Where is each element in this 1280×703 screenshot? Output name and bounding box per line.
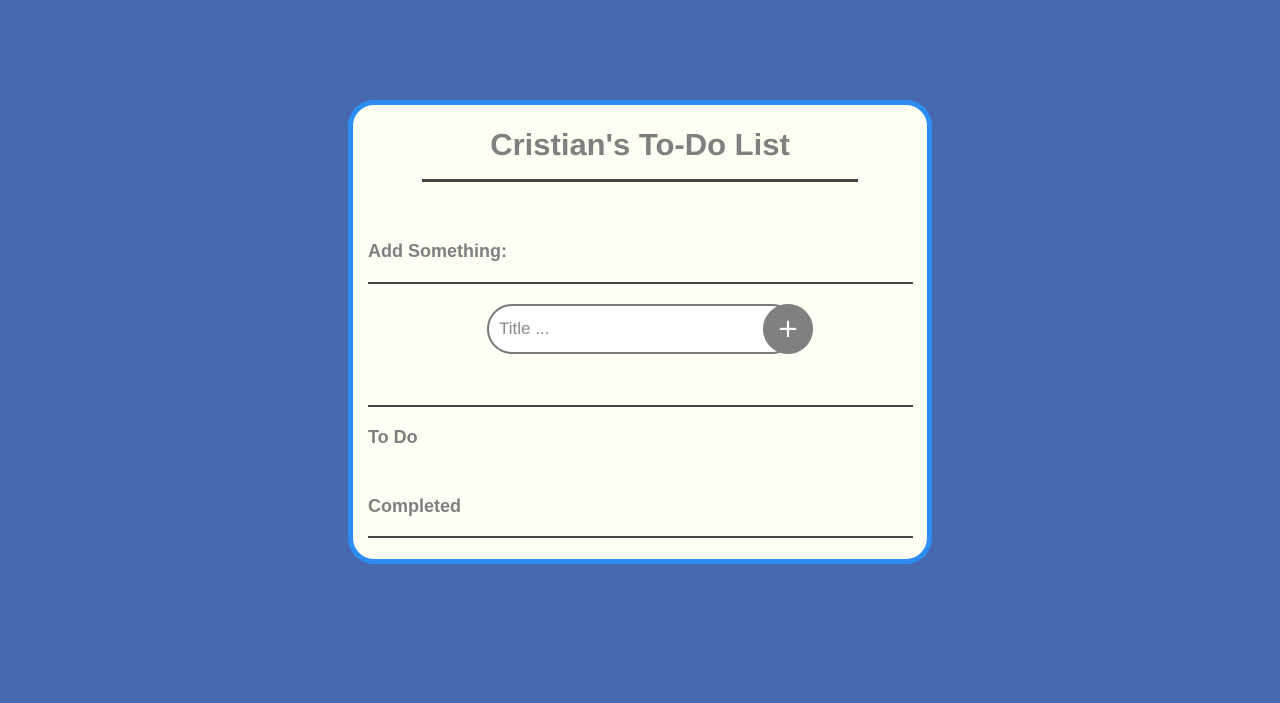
add-button[interactable]: + bbox=[763, 304, 813, 354]
title-divider bbox=[422, 179, 858, 182]
completed-heading: Completed bbox=[368, 496, 462, 516]
divider bbox=[368, 282, 913, 284]
todo-heading: To Do bbox=[368, 427, 418, 447]
title-input[interactable] bbox=[487, 304, 797, 354]
plus-icon: + bbox=[777, 314, 799, 344]
divider bbox=[368, 405, 913, 407]
todo-card: Cristian's To-Do List Add Something: + T… bbox=[348, 100, 932, 564]
divider bbox=[368, 536, 913, 538]
page-title: Cristian's To-Do List bbox=[490, 127, 790, 162]
add-something-label: Add Something: bbox=[368, 241, 507, 261]
add-item-form: + bbox=[487, 304, 813, 354]
